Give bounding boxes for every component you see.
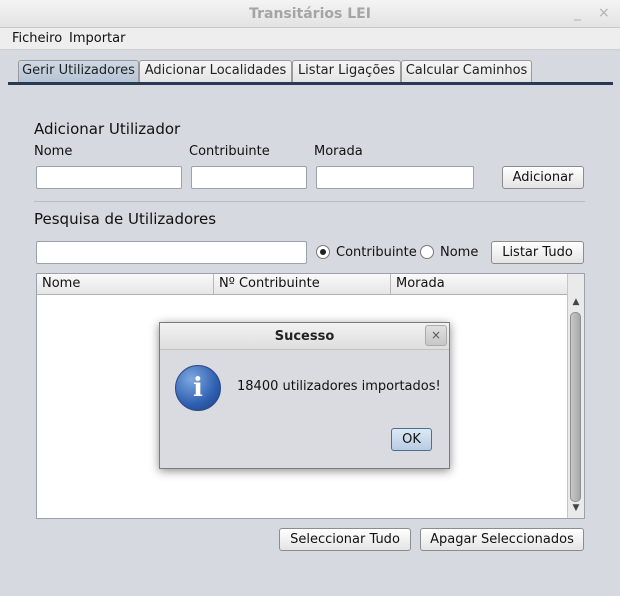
add-user-heading: Adicionar Utilizador xyxy=(34,120,181,138)
menu-importar[interactable]: Importar xyxy=(69,31,125,46)
search-heading: Pesquisa de Utilizadores xyxy=(34,210,217,228)
search-input[interactable] xyxy=(36,241,307,264)
window-titlebar: Transitários LEI _ × xyxy=(0,0,620,28)
scrollbar-thumb[interactable] xyxy=(570,312,581,502)
radio-selected-dot xyxy=(320,249,326,255)
table-header: Nome Nº Contribuinte Morada xyxy=(37,274,568,295)
information-icon: i xyxy=(175,365,221,411)
tab-calcular-caminhos[interactable]: Calcular Caminhos xyxy=(401,60,532,82)
menu-ficheiro[interactable]: Ficheiro xyxy=(12,31,62,46)
ok-button[interactable]: OK xyxy=(391,428,432,451)
window-title: Transitários LEI xyxy=(249,6,371,22)
column-header-contribuinte[interactable]: Nº Contribuinte xyxy=(214,274,391,294)
column-header-nome[interactable]: Nome xyxy=(37,274,214,294)
nome-input[interactable] xyxy=(36,166,182,189)
radio-nome-label[interactable]: Nome xyxy=(440,245,478,260)
menubar: Ficheiro Importar xyxy=(0,28,620,50)
section-divider xyxy=(34,201,585,202)
close-window-button[interactable]: × xyxy=(598,5,610,21)
tab-listar-ligacoes[interactable]: Listar Ligações xyxy=(292,60,401,82)
dialog-close-icon[interactable]: × xyxy=(425,325,447,346)
radio-contribuinte[interactable] xyxy=(316,245,330,259)
radio-nome[interactable] xyxy=(420,245,434,259)
radio-contribuinte-label[interactable]: Contribuinte xyxy=(336,245,417,260)
nome-label: Nome xyxy=(34,144,73,159)
morada-input[interactable] xyxy=(316,166,474,189)
minimize-button[interactable]: _ xyxy=(574,5,581,21)
scroll-down-icon[interactable]: ▼ xyxy=(568,503,584,513)
table-scrollbar[interactable]: ▲ ▼ xyxy=(567,274,584,518)
tab-gerir-utilizadores[interactable]: Gerir Utilizadores xyxy=(18,60,139,82)
seleccionar-tudo-button[interactable]: Seleccionar Tudo xyxy=(279,528,411,551)
contribuinte-label: Contribuinte xyxy=(189,144,270,159)
tab-underline xyxy=(8,82,613,85)
success-dialog: Sucesso × i 18400 utilizadores importado… xyxy=(159,322,450,469)
column-header-morada[interactable]: Morada xyxy=(391,274,568,294)
listar-tudo-button[interactable]: Listar Tudo xyxy=(491,241,584,264)
dialog-titlebar: Sucesso × xyxy=(160,323,449,350)
dialog-message: 18400 utilizadores importados! xyxy=(237,379,441,394)
apagar-seleccionados-button[interactable]: Apagar Seleccionados xyxy=(420,528,584,551)
adicionar-button[interactable]: Adicionar xyxy=(502,166,584,189)
dialog-title: Sucesso xyxy=(274,329,335,344)
contribuinte-input[interactable] xyxy=(191,166,307,189)
scroll-up-icon[interactable]: ▲ xyxy=(568,297,584,307)
morada-label: Morada xyxy=(314,144,363,159)
tab-adicionar-localidades[interactable]: Adicionar Localidades xyxy=(139,60,292,82)
